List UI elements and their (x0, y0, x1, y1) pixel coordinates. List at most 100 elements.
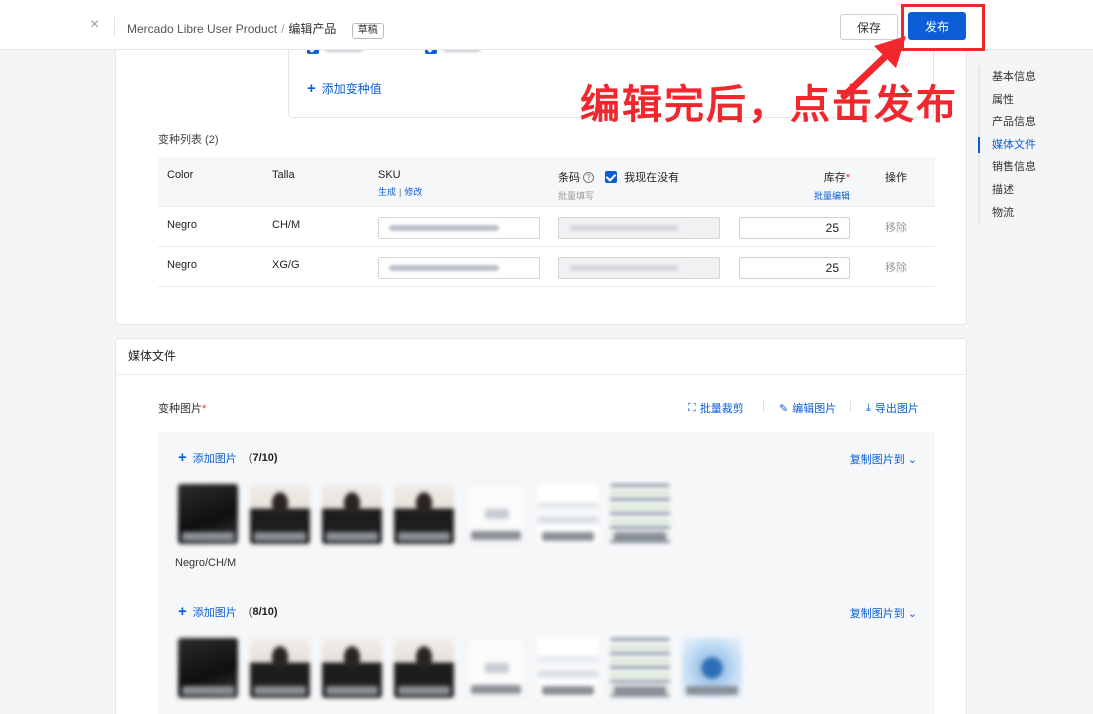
crop-icon: ⛶ (688, 401, 696, 414)
breadcrumb: Mercado Libre User Product / 编辑产品 草稿 (127, 20, 384, 39)
remove-row-button[interactable]: 移除 (885, 259, 907, 275)
section-side-nav: 基本信息 属性 产品信息 媒体文件 销售信息 描述 物流 (978, 66, 1078, 225)
image-count: (7/10) (248, 452, 278, 464)
no-barcode-label: 我现在没有 (624, 172, 680, 184)
add-variant-value-button[interactable]: + 添加变种值 (307, 80, 382, 97)
row-talla: CH/M (272, 219, 301, 231)
col-color: Color (167, 169, 194, 181)
media-files-card: 媒体文件 变种图片* ⛶ 批量裁剪 ✎ 编辑图片 ⤓ 导出图片 + 添加图片 (7/1… (115, 338, 967, 714)
breadcrumb-current: 编辑产品 (288, 22, 337, 36)
image-thumbnail[interactable] (466, 484, 526, 544)
sku-input[interactable] (378, 217, 540, 239)
image-thumbnail[interactable] (538, 484, 598, 544)
header-divider (114, 17, 115, 37)
col-barcode-label: 条码 (558, 172, 580, 184)
draft-badge: 草稿 (351, 23, 384, 39)
add-image-button[interactable]: + 添加图片 (7/10) (178, 450, 278, 466)
tool-separator (763, 401, 764, 412)
copy-images-to-dropdown[interactable]: 复制图片到 ⌄ (850, 605, 917, 621)
plus-icon: + (178, 449, 187, 466)
barcode-batch-hint: 批量填写 (558, 191, 595, 201)
barcode-input (558, 217, 720, 239)
image-thumbnail[interactable] (178, 484, 238, 544)
barcode-input (558, 257, 720, 279)
row-color: Negro (167, 259, 197, 271)
sku-links: 生成 | 修改 (378, 185, 422, 198)
variant-label: Negro/CH/M (175, 557, 237, 569)
stock-batch-edit-link[interactable]: 批量编辑 (808, 189, 850, 202)
export-images-button[interactable]: ⤓ 导出图片 (866, 400, 919, 416)
nav-item-media-files[interactable]: 媒体文件 (978, 134, 1078, 157)
image-thumbnail[interactable] (250, 638, 310, 698)
image-thumbnail[interactable] (538, 638, 598, 698)
sku-edit-link[interactable]: 修改 (404, 187, 422, 197)
blurred-barcode-value (569, 225, 679, 231)
chevron-down-icon: ⌄ (907, 454, 917, 466)
row-color: Negro (167, 219, 197, 231)
media-section-title: 媒体文件 (116, 339, 966, 375)
add-image-label: 添加图片 (192, 607, 237, 619)
annotation-text: 编辑完后，点击发布 (580, 82, 958, 128)
variant-table: Color Talla SKU 生成 | 修改 条码? 我现在没有 批量填写 库存*… (158, 157, 935, 287)
sku-generate-link[interactable]: 生成 (378, 187, 396, 197)
image-thumbnail[interactable] (610, 484, 670, 544)
nav-item-attributes[interactable]: 属性 (980, 89, 1078, 112)
required-mark: * (202, 403, 207, 415)
col-sku: SKU 生成 | 修改 (378, 169, 422, 198)
image-count: (8/10) (248, 606, 278, 618)
download-icon: ⤓ (866, 401, 871, 414)
sku-link-separator: | (399, 187, 402, 197)
add-image-button[interactable]: + 添加图片 (8/10) (178, 604, 278, 620)
image-thumbnail[interactable] (394, 638, 454, 698)
nav-item-logistics[interactable]: 物流 (980, 202, 1078, 225)
plus-icon: + (307, 79, 316, 97)
nav-item-basic-info[interactable]: 基本信息 (980, 66, 1078, 89)
sku-input[interactable] (378, 257, 540, 279)
edit-images-button[interactable]: ✎ 编辑图片 (779, 400, 836, 416)
image-thumbnail[interactable] (682, 638, 742, 698)
image-thumbnail[interactable] (178, 638, 238, 698)
blurred-sku-value (389, 265, 499, 271)
table-row: Negro CH/M 25 移除 (158, 207, 935, 247)
add-variant-value-label: 添加变种值 (321, 82, 382, 96)
blurred-barcode-value (569, 265, 679, 271)
image-thumbnail[interactable] (610, 638, 670, 698)
add-image-label: 添加图片 (192, 453, 237, 465)
image-thumbnails (178, 484, 670, 544)
image-thumbnail[interactable] (466, 638, 526, 698)
breadcrumb-separator: / (281, 22, 285, 36)
nav-item-product-info[interactable]: 产品信息 (980, 111, 1078, 134)
col-barcode: 条码? 我现在没有 批量填写 (558, 169, 679, 202)
stock-input[interactable]: 25 (739, 257, 850, 279)
row-talla: XG/G (272, 259, 300, 271)
col-action: 操作 (885, 172, 907, 184)
remove-row-button[interactable]: 移除 (885, 219, 907, 235)
image-thumbnails (178, 638, 742, 698)
col-talla: Talla (272, 169, 295, 181)
variant-images-panel: + 添加图片 (7/10) 复制图片到 ⌄ Negro/CH/M + 添加图片 … (158, 432, 935, 714)
blurred-sku-value (389, 225, 499, 231)
chevron-down-icon: ⌄ (907, 608, 917, 620)
nav-item-sales-info[interactable]: 销售信息 (980, 156, 1078, 179)
copy-images-to-dropdown[interactable]: 复制图片到 ⌄ (850, 451, 917, 467)
col-stock-label: 库存 (823, 172, 846, 184)
image-thumbnail[interactable] (322, 484, 382, 544)
pencil-icon: ✎ (779, 402, 789, 415)
image-thumbnail[interactable] (394, 484, 454, 544)
variant-table-header: Color Talla SKU 生成 | 修改 条码? 我现在没有 批量填写 库存*… (158, 157, 935, 207)
variant-list-title: 变种列表 (2) (158, 134, 219, 146)
stock-input[interactable]: 25 (739, 217, 850, 239)
batch-crop-button[interactable]: ⛶ 批量裁剪 (688, 400, 744, 416)
breadcrumb-root[interactable]: Mercado Libre User Product (127, 22, 277, 36)
variant-images-title: 变种图片* (158, 403, 207, 415)
plus-icon: + (178, 603, 187, 620)
image-thumbnail[interactable] (250, 484, 310, 544)
image-thumbnail[interactable] (322, 638, 382, 698)
no-barcode-checkbox[interactable] (605, 171, 618, 183)
tool-separator (850, 401, 851, 412)
col-stock: 库存* 批量编辑 (808, 169, 850, 202)
nav-item-description[interactable]: 描述 (980, 179, 1078, 202)
close-icon[interactable]: × (90, 17, 99, 33)
help-icon[interactable]: ? (583, 172, 594, 183)
col-sku-label: SKU (378, 169, 401, 181)
